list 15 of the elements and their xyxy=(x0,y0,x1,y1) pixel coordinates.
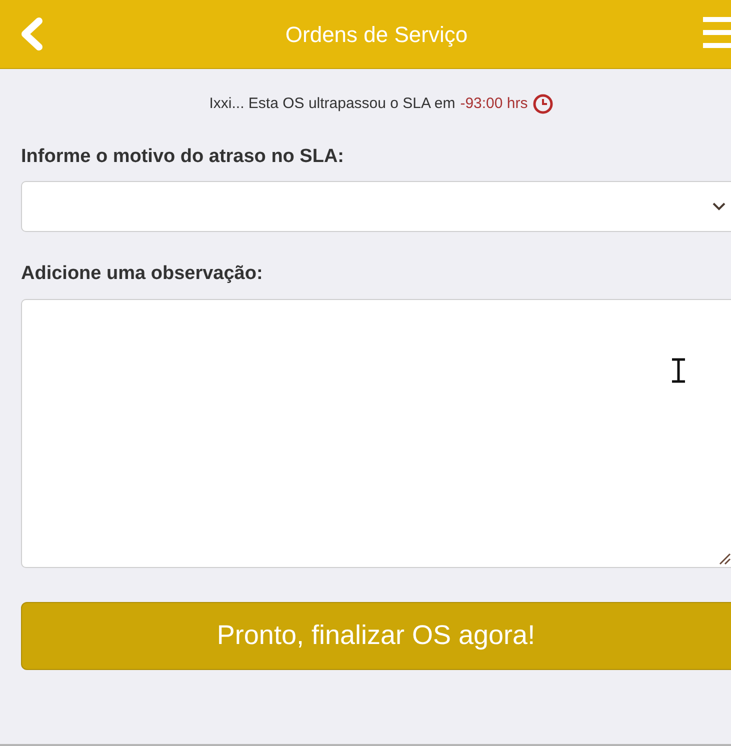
reason-label: Informe o motivo do atraso no SLA: xyxy=(21,144,346,168)
clock-icon xyxy=(532,94,553,114)
back-icon xyxy=(19,17,43,51)
resize-handle-icon xyxy=(719,552,731,564)
text-cursor-icon xyxy=(671,358,686,382)
menu-button[interactable] xyxy=(703,17,731,51)
menu-icon xyxy=(703,17,731,49)
chevron-down-icon xyxy=(712,202,726,211)
observation-field[interactable] xyxy=(21,298,731,568)
reason-select[interactable] xyxy=(21,181,731,232)
page-title: Ordens de Serviço xyxy=(285,20,468,49)
overdue-time: -93:00 hrs xyxy=(460,94,528,114)
observation-label: Adicione uma observação: xyxy=(21,262,264,286)
sla-message: Ixxi... Esta OS ultrapassou o SLA em xyxy=(209,94,456,114)
finish-button[interactable]: Pronto, finalizar OS agora! xyxy=(21,602,731,670)
